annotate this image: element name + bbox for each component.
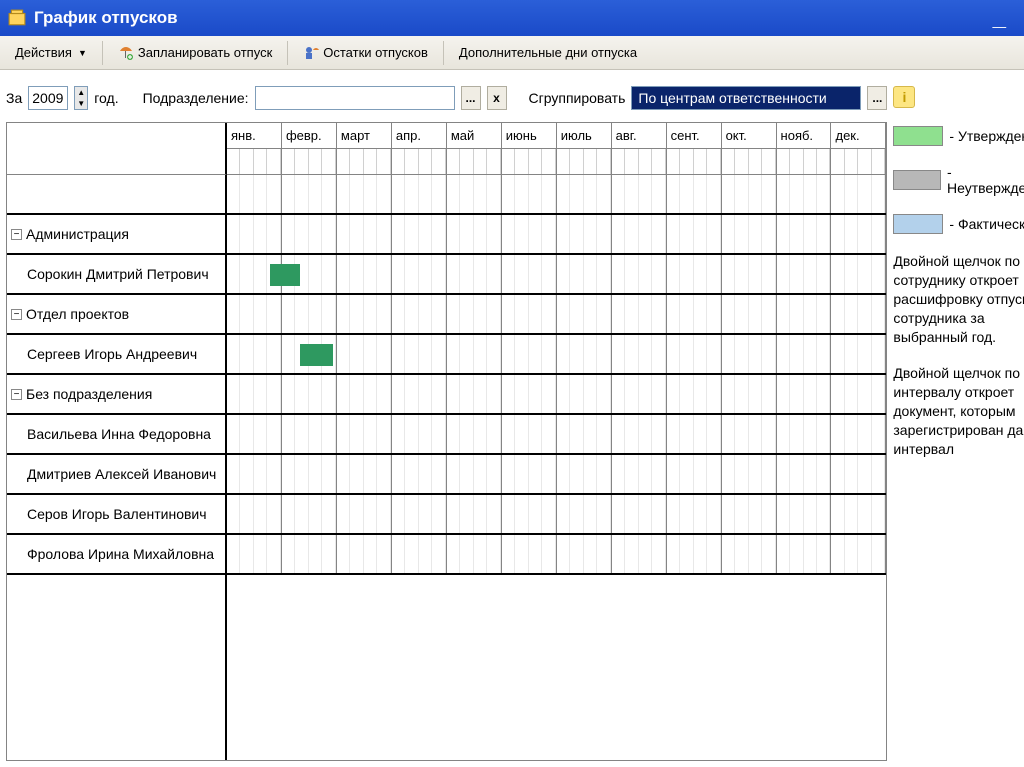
legend-label-unapproved: Неутвержденные [947, 164, 1024, 196]
month-header: июнь [502, 123, 557, 149]
month-header: дек. [831, 123, 886, 149]
spacer-row [7, 175, 225, 215]
help-text-2: Двойной щелчок по интервалу откроет доку… [893, 364, 1024, 458]
timeline-row [227, 255, 886, 295]
month-header: окт. [722, 123, 777, 149]
vacation-balance-button[interactable]: Остатки отпусков [294, 41, 437, 65]
group-by-select[interactable]: По центрам ответственности [631, 86, 861, 110]
month-header: июль [557, 123, 612, 149]
row-label: Фролова Ирина Михайловна [27, 546, 214, 562]
employee-row[interactable]: Дмитриев Алексей Иванович [7, 455, 225, 495]
vacation-balance-label: Остатки отпусков [323, 45, 428, 60]
info-button[interactable]: i [893, 86, 915, 108]
spinner-up-icon[interactable]: ▲ [75, 87, 87, 98]
timeline-row [227, 415, 886, 455]
legend-label-approved: Утвержденные [949, 128, 1024, 144]
minimize-button[interactable]: _ [983, 4, 1016, 32]
legend-actual: Фактические [893, 214, 1024, 234]
timeline-row [227, 375, 886, 415]
group-by-value: По центрам ответственности [638, 90, 826, 106]
month-header: апр. [392, 123, 447, 149]
actions-menu[interactable]: Действия ▼ [6, 41, 96, 64]
filter-row: За ▲ ▼ год. Подразделение: ... x Сгруппи… [6, 86, 887, 110]
year-input[interactable] [28, 86, 68, 110]
group-row: −Администрация [7, 215, 225, 255]
timeline-row [227, 175, 886, 215]
timeline-row [227, 535, 886, 575]
legend-approved: Утвержденные [893, 126, 1024, 146]
help-text-1: Двойной щелчок по сотруднику откроет рас… [893, 252, 1024, 346]
plan-vacation-label: Запланировать отпуск [138, 45, 272, 60]
month-header: авг. [612, 123, 667, 149]
titlebar: График отпусков _ [0, 0, 1024, 36]
app-icon [8, 9, 26, 27]
legend-swatch-unapproved [893, 170, 941, 190]
legend-label-actual: Фактические [949, 216, 1024, 232]
timeline-row [227, 295, 886, 335]
timeline-row [227, 495, 886, 535]
row-label: Дмитриев Алексей Иванович [27, 466, 216, 482]
plan-vacation-button[interactable]: Запланировать отпуск [109, 41, 281, 65]
extra-days-label: Дополнительные дни отпуска [459, 45, 637, 60]
separator [287, 41, 288, 65]
expander-icon[interactable]: − [11, 229, 22, 240]
legend-swatch-approved [893, 126, 943, 146]
year-suffix: год. [94, 90, 118, 106]
spinner-down-icon[interactable]: ▼ [75, 98, 87, 109]
for-label: За [6, 90, 22, 106]
row-label: Васильева Инна Федоровна [27, 426, 211, 442]
separator [102, 41, 103, 65]
toolbar: Действия ▼ Запланировать отпуск Остатки … [0, 36, 1024, 70]
expander-icon[interactable]: − [11, 309, 22, 320]
row-label: Отдел проектов [26, 306, 129, 322]
row-label: Серов Игорь Валентинович [27, 506, 207, 522]
gantt-chart: янв.февр.мартапр.майиюньиюльавг.сент.окт… [6, 122, 887, 761]
timeline-row [227, 215, 886, 255]
group-row: −Без подразделения [7, 375, 225, 415]
month-header: сент. [667, 123, 722, 149]
row-label: Сергеев Игорь Андреевич [27, 346, 197, 362]
month-header: янв. [227, 123, 282, 149]
timeline-row [227, 335, 886, 375]
department-input[interactable] [255, 86, 455, 110]
group-by-picker-button[interactable]: ... [867, 86, 887, 110]
row-label: Сорокин Дмитрий Петрович [27, 266, 209, 282]
department-label: Подразделение: [143, 90, 249, 106]
group-by-label: Сгруппировать [529, 90, 626, 106]
employee-row[interactable]: Серов Игорь Валентинович [7, 495, 225, 535]
month-header: нояб. [777, 123, 832, 149]
actions-label: Действия [15, 45, 72, 60]
month-header: март [337, 123, 392, 149]
department-clear-button[interactable]: x [487, 86, 507, 110]
employee-row[interactable]: Фролова Ирина Михайловна [7, 535, 225, 575]
department-picker-button[interactable]: ... [461, 86, 481, 110]
row-label: Без подразделения [26, 386, 152, 402]
employee-row[interactable]: Сорокин Дмитрий Петрович [7, 255, 225, 295]
year-spinner[interactable]: ▲ ▼ [74, 86, 88, 110]
separator [443, 41, 444, 65]
vacation-interval[interactable] [270, 264, 300, 286]
legend-unapproved: Неутвержденные [893, 164, 1024, 196]
legend-swatch-actual [893, 214, 943, 234]
month-header: февр. [282, 123, 337, 149]
extra-days-button[interactable]: Дополнительные дни отпуска [450, 41, 646, 64]
month-header: май [447, 123, 502, 149]
timeline-row [227, 455, 886, 495]
name-column-header [7, 123, 227, 175]
person-umbrella-icon [303, 45, 319, 61]
employee-row[interactable]: Васильева Инна Федоровна [7, 415, 225, 455]
umbrella-add-icon [118, 45, 134, 61]
employee-row[interactable]: Сергеев Игорь Андреевич [7, 335, 225, 375]
expander-icon[interactable]: − [11, 389, 22, 400]
sidebar: i Утвержденные Неутвержденные Фактически… [887, 80, 1024, 767]
row-label: Администрация [26, 226, 129, 242]
dropdown-caret-icon: ▼ [78, 48, 87, 58]
window-title: График отпусков [34, 8, 178, 28]
group-row: −Отдел проектов [7, 295, 225, 335]
vacation-interval[interactable] [300, 344, 333, 366]
